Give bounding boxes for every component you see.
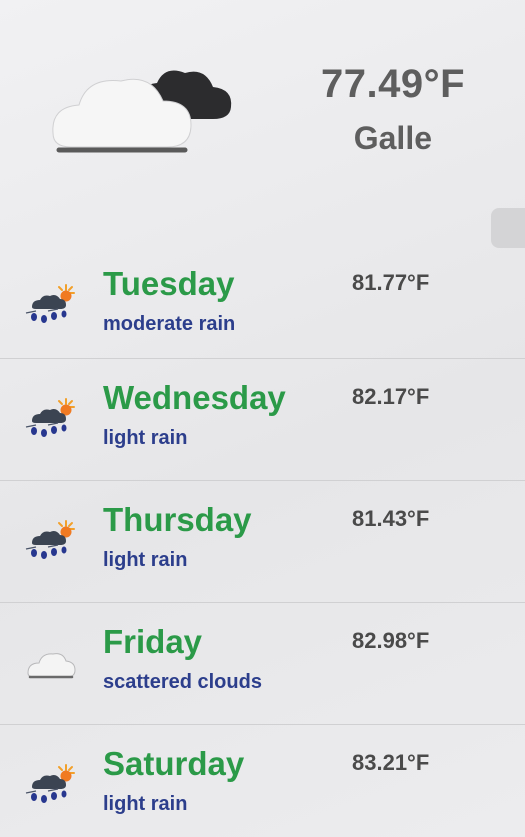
scroll-handle[interactable] [491, 208, 525, 248]
day-name: Saturday [103, 745, 245, 782]
forecast-row-thursday[interactable]: Thursday light rain 81.43°F [0, 481, 525, 603]
current-weather-header: 77.49°F Galle [0, 0, 525, 245]
weather-condition: moderate rain [103, 313, 236, 335]
day-name: Friday [103, 623, 203, 660]
forecast-row-wednesday[interactable]: Wednesday light rain 82.17°F [0, 359, 525, 481]
forecast-row-saturday[interactable]: Saturday light rain 83.21°F [0, 725, 525, 837]
day-temperature: 81.43°F [352, 506, 430, 531]
weather-condition: light rain [103, 549, 188, 571]
day-temperature: 82.98°F [352, 628, 430, 653]
weather-app-screen: 77.49°F Galle Tuesday moderate rain 81.7… [0, 0, 525, 837]
broken-clouds-icon [45, 55, 245, 165]
forecast-row-tuesday[interactable]: Tuesday moderate rain 81.77°F [0, 245, 525, 359]
rain-sun-icon [22, 281, 78, 329]
weather-condition: light rain [103, 793, 188, 815]
rain-sun-icon [22, 395, 78, 443]
cloud-icon [22, 639, 78, 687]
forecast-row-friday[interactable]: Friday scattered clouds 82.98°F [0, 603, 525, 725]
weather-condition: light rain [103, 427, 188, 449]
day-name: Wednesday [103, 379, 286, 416]
day-temperature: 82.17°F [352, 384, 430, 409]
weather-condition: scattered clouds [103, 671, 262, 693]
day-name: Tuesday [103, 265, 235, 302]
day-name: Thursday [103, 501, 252, 538]
rain-sun-icon [22, 517, 78, 565]
day-temperature: 81.77°F [352, 270, 430, 295]
day-temperature: 83.21°F [352, 750, 430, 775]
rain-sun-icon [22, 761, 78, 809]
city-name: Galle [353, 120, 432, 156]
forecast-list: Tuesday moderate rain 81.77°F Wednesday … [0, 245, 525, 837]
current-temperature: 77.49°F [320, 62, 465, 106]
